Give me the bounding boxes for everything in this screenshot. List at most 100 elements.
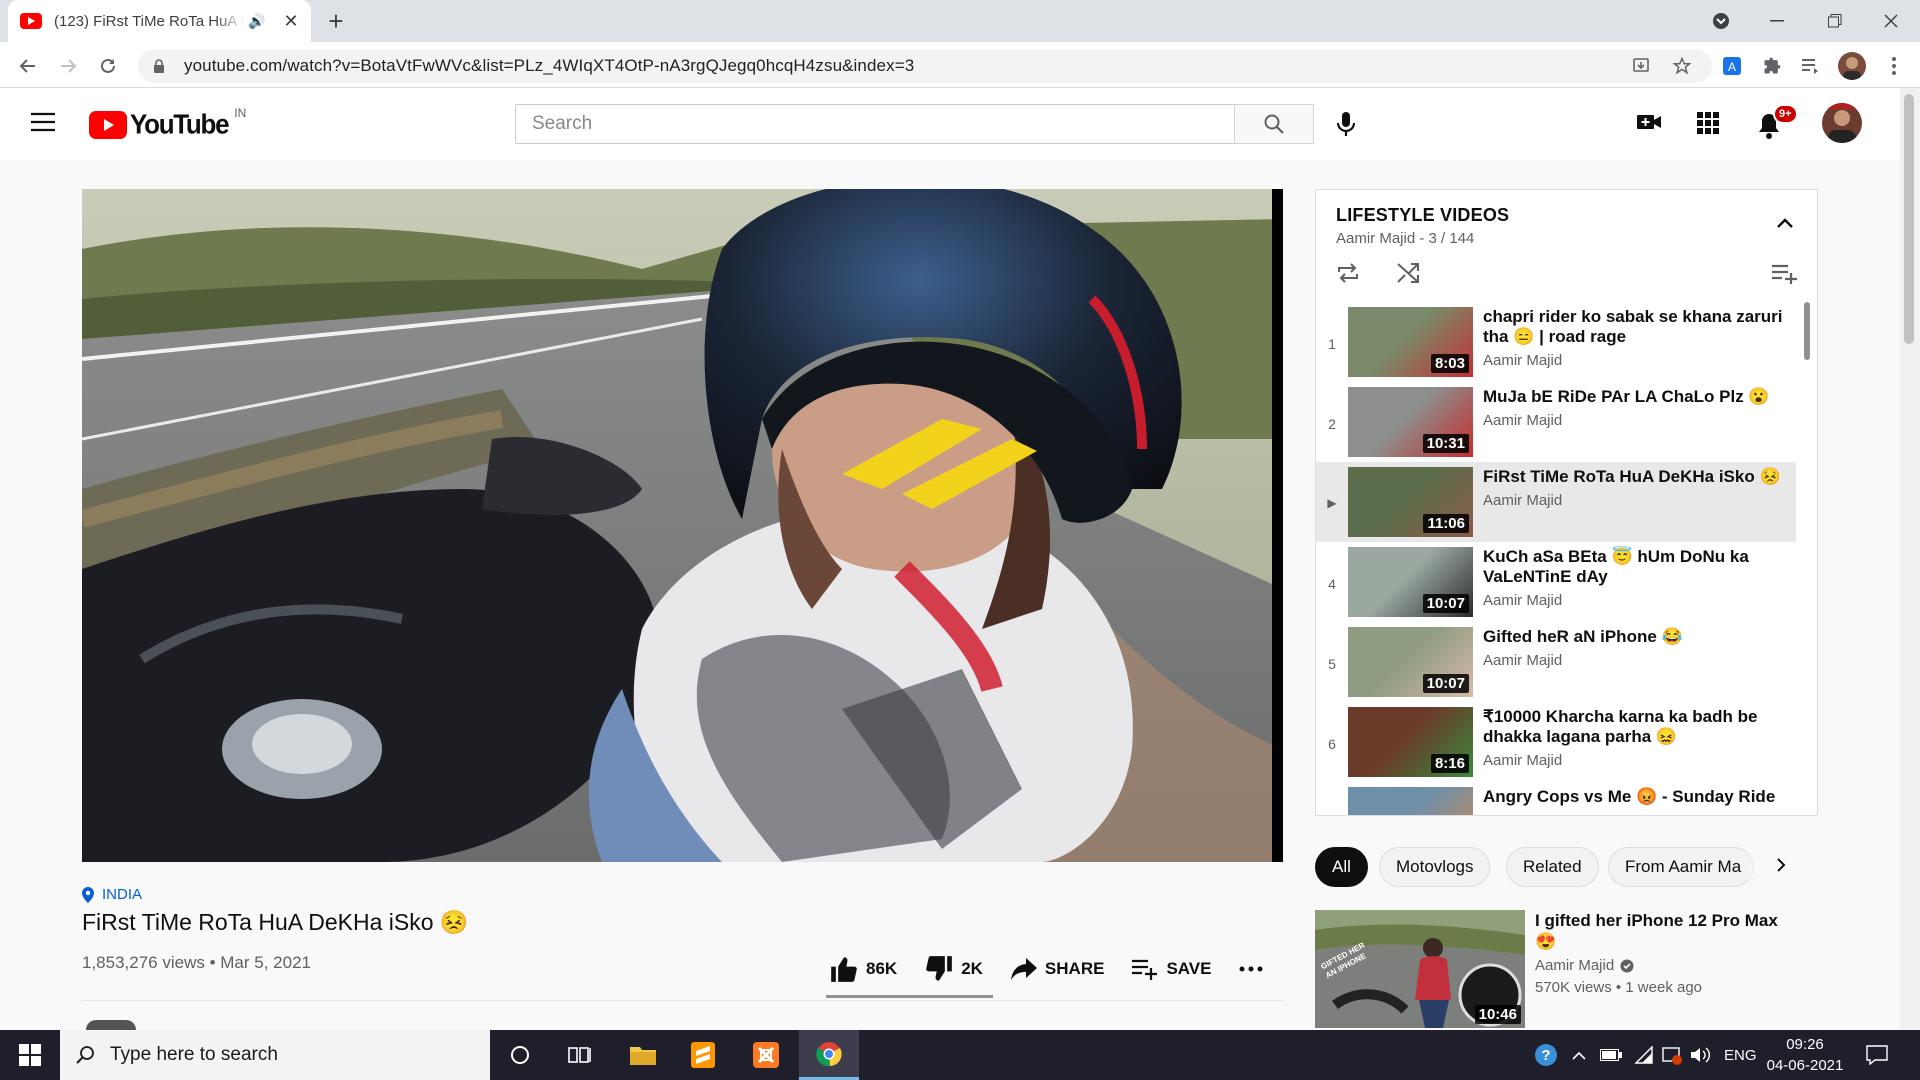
save-button[interactable]: SAVE [1132,958,1211,980]
search-input[interactable]: Search [515,104,1235,144]
share-button[interactable]: SHARE [1010,958,1105,980]
recommended-channel[interactable]: Aamir Majid [1535,957,1634,974]
more-dots-icon [1239,966,1263,972]
collapse-playlist-button[interactable] [1777,218,1793,228]
account-avatar[interactable] [1822,103,1862,143]
chip-from-channel[interactable]: From Aamir Ma [1608,847,1754,887]
playlist-item[interactable]: 1 8:03 chapri rider ko sabak se khana zaru… [1316,302,1796,382]
playlist-item-thumbnail[interactable]: 8:16 [1348,707,1473,777]
playlist-title[interactable]: LIFESTYLE VIDEOS [1336,205,1509,226]
page-scrollbar-thumb[interactable] [1904,94,1914,344]
restore-window-button[interactable] [1806,0,1864,42]
share-label: SHARE [1044,959,1105,978]
clock-time: 09:26 [1786,1036,1824,1053]
bookmark-star-icon[interactable] [1668,52,1696,80]
profile-avatar[interactable] [1838,52,1866,80]
playlist-menu-button[interactable] [1772,264,1798,284]
windows-logo-icon [19,1044,41,1066]
playlist-item[interactable]: ▶ 11:06 FiRst TiMe RoTa HuA DeKHa iSko 😣 Aa… [1316,462,1796,542]
playlist-item[interactable]: 5 10:07 Gifted heR aN iPhone 😂 Aamir Majid [1316,622,1796,702]
extension-translate-icon[interactable]: A [1718,52,1746,80]
close-window-button[interactable] [1862,0,1920,42]
file-explorer-taskbar-button[interactable] [613,1030,673,1080]
notification-count-badge: 9+ [1773,104,1798,124]
new-tab-button[interactable]: + [320,5,352,37]
wifi-icon[interactable] [1634,1030,1654,1080]
playlist-item[interactable]: 2 10:31 MuJa bE RiDe PAr LA ChaLo Plz 😮 Aam… [1316,382,1796,462]
close-tab-icon[interactable]: ✕ [283,11,298,32]
youtube-logo[interactable]: YouTube IN [89,105,247,140]
forward-button[interactable] [52,50,84,82]
chrome-taskbar-button[interactable] [799,1030,859,1080]
help-tray-icon[interactable]: ? [1533,1030,1559,1080]
playlist-item-thumbnail[interactable]: 10:07 [1348,627,1473,697]
playlist-scrollbar-thumb[interactable] [1804,302,1810,360]
playlist-item-thumbnail[interactable]: 10:07 [1348,547,1473,617]
show-hidden-icons-chevron-icon[interactable] [1572,1030,1586,1080]
sublime-text-taskbar-button[interactable] [673,1030,733,1080]
address-bar[interactable]: youtube.com/watch?v=BotaVtFwWVc&list=PLz… [138,49,1712,83]
video-duration: 8:16 [1430,754,1469,773]
playlist-item[interactable]: 4 10:07 KuCh aSa BEta 😇 hUm DoNu ka VaLeNT… [1316,542,1796,622]
hamburger-menu-icon[interactable] [30,112,56,132]
language-indicator[interactable]: ENG [1724,1030,1757,1080]
clock[interactable]: 09:26 04-06-2021 [1760,1030,1850,1080]
cortana-button[interactable] [490,1030,550,1080]
sublime-text-icon [691,1042,715,1068]
chip-related[interactable]: Related [1506,847,1599,887]
create-video-button[interactable] [1636,112,1662,132]
chip-motovlogs[interactable]: Motovlogs [1379,847,1491,887]
shuffle-playlist-button[interactable] [1396,262,1420,284]
video-player[interactable] [82,189,1283,862]
task-view-button[interactable] [550,1030,610,1080]
video-frame [82,189,1283,862]
search-button[interactable] [1234,104,1314,144]
playlist-item[interactable]: 6 8:16 ₹10000 Kharcha karna ka badh be dha… [1316,702,1796,782]
media-queue-icon[interactable] [1796,52,1824,80]
chrome-menu-icon[interactable] [1880,52,1908,80]
tab-search-button[interactable] [1692,0,1750,42]
audio-playing-icon[interactable]: 🔊 [248,13,265,30]
browser-tab[interactable]: (123) FiRst TiMe RoTa HuA DeKHa iSko 🔊 ✕ [8,0,311,42]
battery-icon[interactable] [1600,1030,1622,1080]
like-count: 86K [866,959,898,978]
loop-playlist-button[interactable] [1336,262,1360,284]
reload-button[interactable] [92,50,124,82]
extensions-puzzle-icon[interactable] [1758,52,1786,80]
chips-fade [1741,847,1801,887]
recommended-video-thumbnail[interactable]: GIFTED HER AN IPHONE 10:46 [1315,910,1525,1028]
action-center-icon[interactable] [1866,1030,1888,1080]
taskbar-search[interactable]: Type here to search [60,1030,490,1080]
page-scrollbar[interactable] [1900,88,1920,1030]
xampp-icon [753,1042,779,1068]
notifications-button[interactable]: 9+ [1757,104,1798,142]
recommended-video-title[interactable]: I gifted her iPhone 12 Pro Max 😍 [1535,910,1795,952]
xampp-taskbar-button[interactable] [736,1030,796,1080]
playlist-item-thumbnail[interactable] [1348,787,1473,815]
chips-next-button[interactable] [1776,857,1786,873]
apps-button[interactable] [1697,112,1719,134]
playlist-item-thumbnail[interactable]: 11:06 [1348,467,1473,537]
network-alert-icon[interactable] [1662,1030,1682,1080]
apps-grid-icon [1697,112,1719,134]
video-duration: 10:07 [1422,674,1469,693]
start-button[interactable] [0,1030,60,1080]
region-code: IN [234,105,247,120]
voice-search-button[interactable] [1334,110,1358,138]
volume-icon[interactable] [1690,1030,1712,1080]
youtube-play-logo-icon [89,110,127,139]
like-button[interactable]: 86K [830,956,897,982]
playlist-item-thumbnail[interactable]: 8:03 [1348,307,1473,377]
video-duration: 8:03 [1430,354,1469,373]
playlist-item[interactable]: Angry Cops vs Me 😡 - Sunday Ride [1316,782,1796,815]
chip-all[interactable]: All [1315,847,1368,887]
more-actions-button[interactable] [1239,966,1263,972]
channel-avatar[interactable] [86,1020,136,1030]
back-button[interactable] [12,50,44,82]
dislike-button[interactable]: 2K [925,956,983,982]
location-pin-icon [82,886,94,903]
playlist-item-thumbnail[interactable]: 10:31 [1348,387,1473,457]
install-app-icon[interactable] [1627,52,1655,80]
minimize-window-button[interactable] [1748,0,1806,42]
location-tag[interactable]: INDIA [82,886,142,903]
